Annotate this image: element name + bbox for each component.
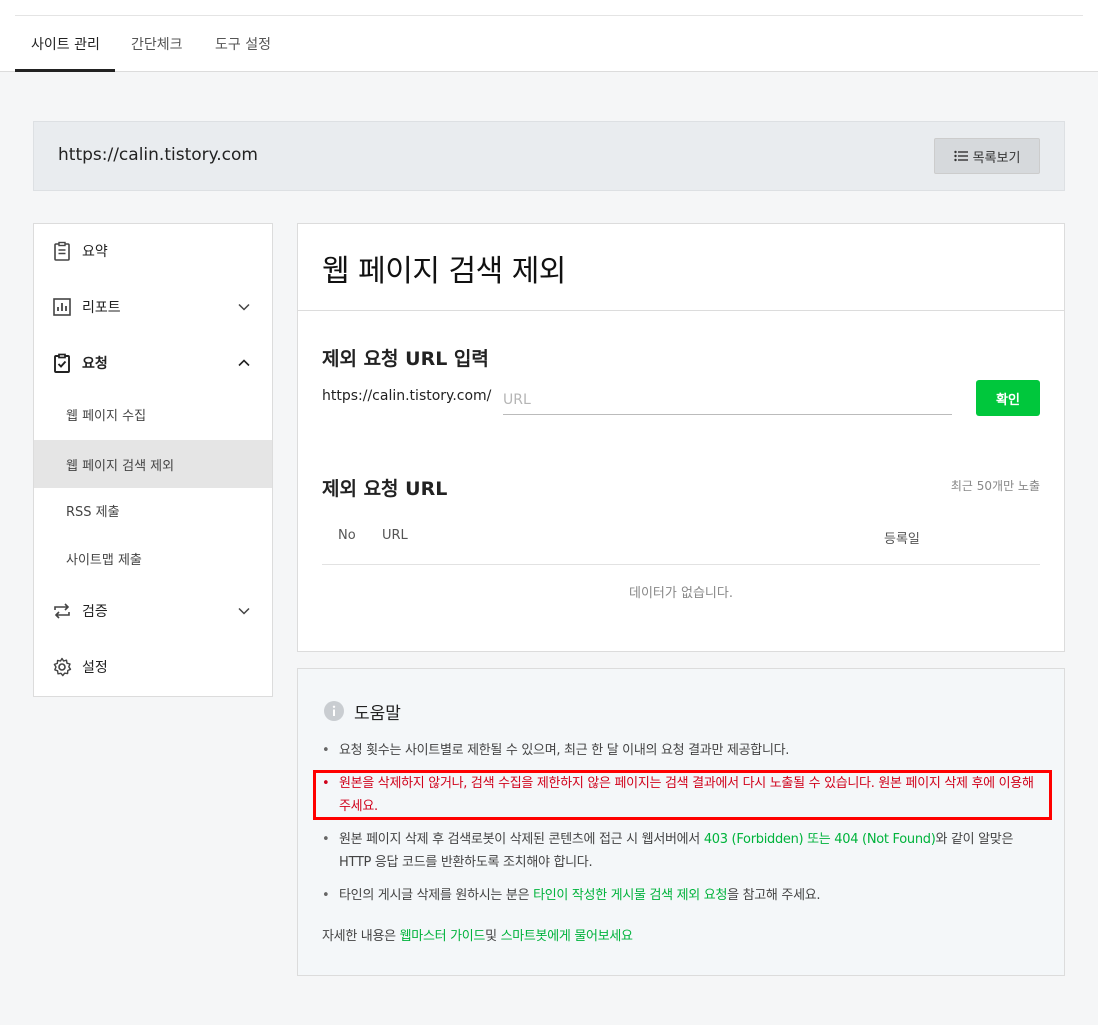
sidebar-item-settings[interactable]: 설정 bbox=[34, 643, 272, 691]
help-footer-text: 및 bbox=[485, 929, 501, 944]
sidebar-subitem-label: 웹 페이지 검색 제외 bbox=[66, 458, 175, 474]
chart-icon bbox=[53, 298, 71, 316]
confirm-button[interactable]: 확인 bbox=[976, 380, 1040, 416]
table-divider bbox=[322, 564, 1040, 565]
sidebar-item-label: 요청 bbox=[82, 356, 108, 372]
sidebar-subitem-rss[interactable]: RSS 제출 bbox=[34, 486, 272, 534]
tab-quick-check[interactable]: 간단체크 bbox=[131, 34, 183, 54]
clipboard-check-icon bbox=[54, 353, 70, 373]
sidebar: 요약 리포트 요청 웹 페이지 수집 웹 페이지 검색 제외 RSS 제출 사이… bbox=[33, 223, 273, 697]
main-panel: 웹 페이지 검색 제외 제외 요청 URL 입력 https://calin.t… bbox=[297, 223, 1065, 652]
sidebar-item-report[interactable]: 리포트 bbox=[34, 283, 272, 331]
chevron-down-icon bbox=[238, 303, 250, 311]
help-title: 도움말 bbox=[354, 704, 401, 724]
sidebar-subitem-sitemap[interactable]: 사이트맵 제출 bbox=[34, 534, 272, 582]
url-input-heading: 제외 요청 URL 입력 bbox=[322, 348, 489, 370]
sidebar-item-label: 설정 bbox=[82, 660, 108, 676]
sidebar-item-label: 요약 bbox=[82, 244, 108, 260]
chevron-up-icon bbox=[238, 359, 250, 367]
top-navigation: 사이트 관리 간단체크 도구 설정 bbox=[0, 0, 1098, 72]
smartbot-link[interactable]: 스마트봇에게 물어보세요 bbox=[501, 929, 633, 944]
help-text: 을 참고해 주세요. bbox=[727, 888, 821, 903]
url-input[interactable] bbox=[503, 385, 952, 415]
tab-tool-settings[interactable]: 도구 설정 bbox=[215, 34, 271, 54]
list-view-button[interactable]: 목록보기 bbox=[934, 138, 1040, 174]
sidebar-item-label: 리포트 bbox=[82, 300, 121, 316]
tab-site-management[interactable]: 사이트 관리 bbox=[31, 34, 100, 54]
list-view-label: 목록보기 bbox=[972, 150, 1021, 166]
sidebar-item-request[interactable]: 요청 bbox=[34, 339, 272, 387]
help-text: 원본 페이지 삭제 후 검색로봇이 삭제된 콘텐츠에 접근 시 웹서버에서 bbox=[339, 832, 704, 847]
sidebar-subitem-label: RSS 제출 bbox=[66, 504, 120, 520]
list-limit-note: 최근 50개만 노출 bbox=[950, 479, 1040, 493]
webmaster-guide-link[interactable]: 웹마스터 가이드 bbox=[400, 929, 486, 944]
column-header-date: 등록일 bbox=[884, 532, 920, 547]
help-footer: 자세한 내용은 웹마스터 가이드및 스마트봇에게 물어보세요 bbox=[322, 925, 633, 944]
sidebar-subitem-page-exclude[interactable]: 웹 페이지 검색 제외 bbox=[34, 440, 272, 488]
site-url: https://calin.tistory.com bbox=[58, 145, 258, 165]
title-divider bbox=[298, 310, 1064, 311]
top-divider bbox=[15, 15, 1083, 16]
empty-table-message: 데이터가 없습니다. bbox=[629, 586, 733, 601]
sidebar-subitem-page-collect[interactable]: 웹 페이지 수집 bbox=[34, 390, 272, 438]
list-icon bbox=[953, 150, 968, 162]
clipboard-icon bbox=[54, 241, 70, 261]
help-text: 타인의 게시글 삭제를 원하시는 분은 bbox=[339, 888, 534, 903]
http-status-link[interactable]: 403 (Forbidden) 또는 404 (Not Found) bbox=[704, 832, 936, 847]
url-list-heading: 제외 요청 URL bbox=[322, 478, 448, 500]
chevron-down-icon bbox=[238, 607, 250, 615]
help-panel: 도움말 요청 횟수는 사이트별로 제한될 수 있으며, 최근 한 달 이내의 요… bbox=[297, 668, 1065, 976]
others-post-exclude-link[interactable]: 타인이 작성한 게시물 검색 제외 요청 bbox=[533, 888, 727, 903]
repeat-icon bbox=[54, 603, 70, 619]
page-title: 웹 페이지 검색 제외 bbox=[322, 254, 566, 289]
sidebar-item-label: 검증 bbox=[82, 604, 108, 620]
site-header: https://calin.tistory.com 목록보기 bbox=[33, 121, 1065, 191]
sidebar-subitem-label: 사이트맵 제출 bbox=[66, 552, 142, 568]
help-footer-text: 자세한 내용은 bbox=[322, 929, 400, 944]
info-icon bbox=[324, 701, 344, 721]
url-prefix: https://calin.tistory.com/ bbox=[322, 388, 492, 404]
column-header-url: URL bbox=[382, 528, 408, 543]
help-list: 요청 횟수는 사이트별로 제한될 수 있으며, 최근 한 달 이내의 요청 결과… bbox=[322, 739, 1042, 917]
help-item: 타인의 게시글 삭제를 원하시는 분은 타인이 작성한 게시물 검색 제외 요청… bbox=[322, 884, 1042, 907]
active-tab-indicator bbox=[15, 69, 115, 72]
sidebar-subitem-label: 웹 페이지 수집 bbox=[66, 408, 147, 424]
gear-icon bbox=[53, 657, 72, 677]
sidebar-item-verify[interactable]: 검증 bbox=[34, 587, 272, 635]
help-item: 요청 횟수는 사이트별로 제한될 수 있으며, 최근 한 달 이내의 요청 결과… bbox=[322, 739, 1042, 762]
help-item: 원본 페이지 삭제 후 검색로봇이 삭제된 콘텐츠에 접근 시 웹서버에서 40… bbox=[322, 828, 1042, 874]
column-header-no: No bbox=[338, 528, 356, 543]
warning-highlight-box bbox=[313, 770, 1052, 820]
sidebar-item-summary[interactable]: 요약 bbox=[34, 227, 272, 275]
